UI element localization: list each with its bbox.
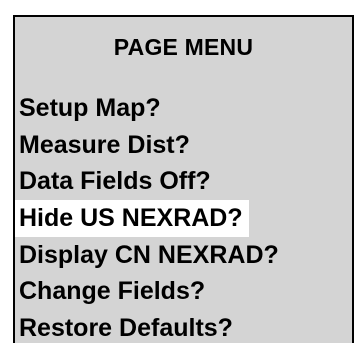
menu-item-restore-defaults[interactable]: Restore Defaults? — [15, 310, 352, 347]
menu-item-label: Hide US NEXRAD? — [15, 200, 249, 237]
page-menu-panel: PAGE MENU Setup Map? Measure Dist? Data … — [13, 15, 354, 343]
menu-item-data-fields-off[interactable]: Data Fields Off? — [15, 163, 352, 200]
menu-item-label: Data Fields Off? — [19, 167, 211, 196]
menu-item-setup-map[interactable]: Setup Map? — [15, 90, 352, 127]
menu-item-label: Restore Defaults? — [19, 314, 233, 343]
menu-item-measure-dist[interactable]: Measure Dist? — [15, 127, 352, 164]
menu-list: Setup Map? Measure Dist? Data Fields Off… — [15, 90, 352, 347]
menu-item-hide-us-nexrad[interactable]: Hide US NEXRAD? — [15, 200, 352, 237]
menu-item-label: Measure Dist? — [19, 130, 190, 159]
menu-title: PAGE MENU — [113, 34, 254, 60]
menu-item-display-cn-nexrad[interactable]: Display CN NEXRAD? — [15, 237, 352, 274]
menu-item-label: Setup Map? — [19, 94, 161, 122]
menu-item-label: Change Fields? — [19, 277, 206, 306]
menu-item-label: Display CN NEXRAD? — [19, 240, 279, 269]
menu-item-change-fields[interactable]: Change Fields? — [15, 273, 352, 310]
